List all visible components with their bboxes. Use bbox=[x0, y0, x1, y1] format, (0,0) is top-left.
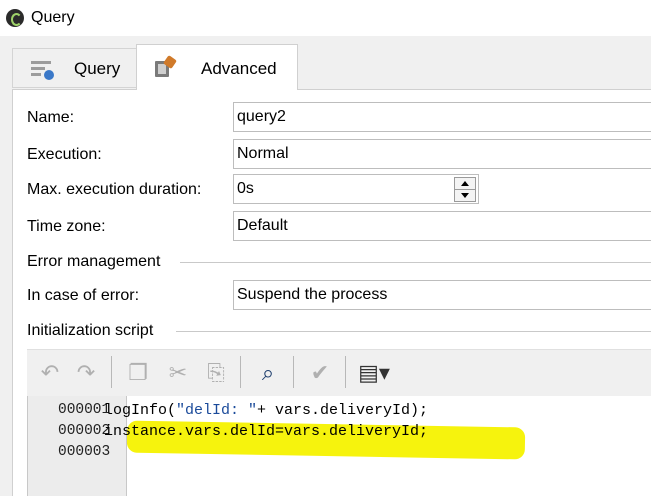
error-management-heading: Error management bbox=[27, 253, 161, 270]
execution-value: Normal bbox=[237, 145, 289, 162]
paste-icon[interactable]: ⎘ bbox=[203, 360, 229, 386]
max-duration-field[interactable]: 0s bbox=[233, 174, 479, 204]
redo-icon[interactable]: ↷ bbox=[73, 360, 99, 386]
code-line-2: instance.vars.delId=vars.deliveryId; bbox=[104, 423, 429, 440]
script-toolbar: ↶ ↷ ❐ ✂ ⎘ ⌕ ✔ ▤▾ bbox=[27, 349, 651, 397]
code-call: logInfo( bbox=[104, 402, 177, 419]
spinner-up-icon[interactable] bbox=[455, 178, 475, 190]
section-divider bbox=[176, 331, 651, 332]
line-number: 000002 bbox=[58, 423, 111, 439]
section-divider bbox=[180, 262, 651, 263]
app-logo-icon bbox=[6, 9, 24, 27]
tab-query-label: Query bbox=[74, 59, 121, 78]
time-zone-select[interactable]: Default bbox=[233, 211, 651, 241]
toolbar-separator bbox=[240, 356, 241, 388]
max-duration-value: 0s bbox=[237, 180, 254, 197]
window-title: Query bbox=[31, 9, 75, 26]
code-line-1: logInfo("delId: "+ vars.deliveryId); bbox=[104, 402, 428, 419]
advanced-icon bbox=[153, 55, 177, 79]
tab-advanced[interactable]: Advanced bbox=[136, 44, 298, 90]
line-number: 000001 bbox=[58, 402, 111, 418]
toolbar-separator bbox=[345, 356, 346, 388]
duration-spinner[interactable] bbox=[454, 177, 476, 202]
line-number: 000003 bbox=[58, 444, 111, 460]
query-icon bbox=[31, 59, 55, 80]
tab-query[interactable]: Query bbox=[12, 48, 136, 88]
on-error-select[interactable]: Suspend the process bbox=[233, 280, 651, 310]
toolbar-separator bbox=[111, 356, 112, 388]
name-value: query2 bbox=[237, 108, 286, 125]
copy-icon[interactable]: ❐ bbox=[125, 360, 151, 386]
name-label: Name: bbox=[27, 109, 75, 126]
code-rest: + vars.deliveryId); bbox=[257, 402, 429, 419]
max-duration-label: Max. execution duration: bbox=[27, 181, 202, 198]
find-icon[interactable]: ⌕ bbox=[255, 360, 281, 386]
toolbar-separator bbox=[293, 356, 294, 388]
execution-label: Execution: bbox=[27, 146, 102, 163]
cut-icon[interactable]: ✂ bbox=[165, 360, 191, 386]
name-field[interactable]: query2 bbox=[233, 102, 651, 132]
init-script-heading: Initialization script bbox=[27, 322, 154, 339]
on-error-label: In case of error: bbox=[27, 287, 140, 304]
title-bar: Query bbox=[0, 0, 651, 36]
time-zone-label: Time zone: bbox=[27, 218, 106, 235]
code-string: "delId: " bbox=[176, 402, 258, 419]
tab-advanced-label: Advanced bbox=[201, 59, 277, 78]
execution-select[interactable]: Normal bbox=[233, 139, 651, 169]
undo-icon[interactable]: ↶ bbox=[37, 360, 63, 386]
insert-menu-icon[interactable]: ▤▾ bbox=[357, 360, 391, 386]
check-icon[interactable]: ✔ bbox=[307, 360, 333, 386]
time-zone-value: Default bbox=[237, 217, 288, 234]
on-error-value: Suspend the process bbox=[237, 286, 388, 303]
spinner-down-icon[interactable] bbox=[455, 190, 475, 201]
